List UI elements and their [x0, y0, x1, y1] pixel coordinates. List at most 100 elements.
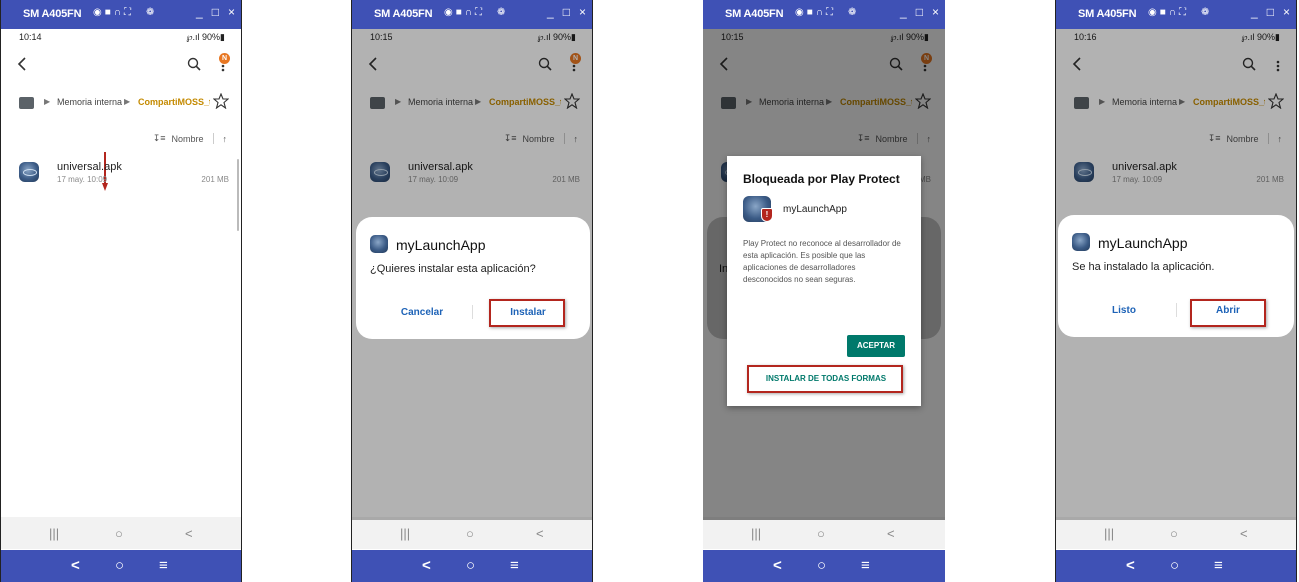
phone-panel-3: SM A405FN ◉ ■ ∩ ⛶ ❁ _ □ × 10:15 ℘.ıl 90%…: [703, 0, 945, 582]
emulator-home-button[interactable]: ○: [466, 557, 475, 574]
breadcrumb-current-folder[interactable]: CompartiMOSS_te: [138, 97, 210, 107]
dialog-app-name: myLaunchApp: [1098, 235, 1188, 251]
close-button[interactable]: ×: [1283, 5, 1290, 19]
video-icon[interactable]: ■: [456, 6, 462, 20]
headset-icon[interactable]: ∩: [816, 6, 823, 20]
highlight-box: [1190, 299, 1266, 327]
recent-apps-button[interactable]: |||: [49, 526, 59, 541]
play-protect-app-name: myLaunchApp: [783, 204, 847, 215]
signal-icon: ℘.ıl: [186, 32, 203, 42]
scrollbar[interactable]: [237, 159, 239, 231]
emulator-tools: ◉ ■ ∩ ⛶ ❁: [93, 6, 154, 20]
fullscreen-icon[interactable]: ⛶: [124, 6, 131, 20]
fullscreen-icon[interactable]: ⛶: [1179, 6, 1186, 20]
battery-level: ℘.ıl 90%▮: [186, 32, 225, 42]
emulator-menu-button[interactable]: ≡: [510, 557, 519, 574]
status-bar: 10:14 ℘.ıl 90%▮: [1, 29, 241, 45]
file-size: 201 MB: [201, 175, 229, 184]
back-button[interactable]: <: [185, 526, 193, 541]
emulator-titlebar: SM A405FN ◉ ■ ∩ ⛶ ❁ _ □ ×: [352, 0, 592, 29]
maximize-button[interactable]: □: [212, 5, 219, 19]
emulator-menu-button[interactable]: ≡: [861, 557, 870, 574]
recent-apps-button[interactable]: |||: [751, 526, 761, 541]
star-icon[interactable]: [213, 93, 229, 109]
headset-icon[interactable]: ∩: [465, 6, 472, 20]
recent-apps-button[interactable]: |||: [1104, 526, 1114, 541]
file-row[interactable]: universal.apk 17 may. 10:09 201 MB: [19, 159, 229, 189]
emulator-bottombar: < ○ ≡: [1056, 550, 1296, 582]
emulator-menu-button[interactable]: ≡: [1214, 557, 1223, 574]
video-icon[interactable]: ■: [807, 6, 813, 20]
search-icon[interactable]: [187, 57, 201, 71]
headset-icon[interactable]: ∩: [1169, 6, 1176, 20]
minimize-button[interactable]: _: [900, 5, 907, 19]
close-button[interactable]: ×: [579, 5, 586, 19]
home-button[interactable]: ○: [1170, 526, 1178, 541]
headset-icon[interactable]: ∩: [114, 6, 121, 20]
back-button[interactable]: <: [536, 526, 544, 541]
minimize-button[interactable]: _: [1251, 5, 1258, 19]
emulator-home-button[interactable]: ○: [1170, 557, 1179, 574]
accept-button[interactable]: ACEPTAR: [847, 335, 905, 357]
settings-icon[interactable]: ❁: [848, 6, 856, 20]
breadcrumb-internal-storage[interactable]: Memoria interna: [57, 97, 122, 107]
device-title: SM A405FN: [1078, 8, 1137, 20]
recent-apps-button[interactable]: |||: [400, 526, 410, 541]
camera-icon[interactable]: ◉: [444, 6, 453, 20]
emulator-back-button[interactable]: <: [773, 557, 782, 574]
window-controls: _ □ ×: [196, 5, 235, 19]
emulator-tools: ◉ ■ ∩ ⛶ ❁: [1148, 6, 1209, 20]
maximize-button[interactable]: □: [1267, 5, 1274, 19]
back-arrow-icon[interactable]: [15, 56, 29, 72]
emulator-back-button[interactable]: <: [71, 557, 80, 574]
home-folder-icon[interactable]: [19, 97, 34, 109]
back-button[interactable]: <: [1240, 526, 1248, 541]
emulator-bottombar: < ○ ≡: [1, 550, 241, 582]
home-button[interactable]: ○: [115, 526, 123, 541]
emulator-menu-button[interactable]: ≡: [159, 557, 168, 574]
play-protect-dialog: Bloqueada por Play Protect ! myLaunchApp…: [727, 156, 921, 406]
dialog-question: ¿Quieres instalar esta aplicación?: [370, 263, 536, 275]
emulator-titlebar: SM A405FN ◉ ■ ∩ ⛶ ❁ _ □ ×: [703, 0, 945, 29]
emulator-bottombar: < ○ ≡: [352, 550, 592, 582]
cancel-button[interactable]: Cancelar: [384, 307, 460, 318]
emulator-tools: ◉ ■ ∩ ⛶ ❁: [444, 6, 505, 20]
camera-icon[interactable]: ◉: [93, 6, 102, 20]
breadcrumb-separator-icon: ▶: [44, 97, 51, 106]
settings-icon[interactable]: ❁: [146, 6, 154, 20]
home-button[interactable]: ○: [817, 526, 825, 541]
home-button[interactable]: ○: [466, 526, 474, 541]
file-date: 17 may. 10:09: [57, 175, 108, 184]
android-navbar: ||| ○ <: [352, 517, 592, 549]
emulator-home-button[interactable]: ○: [817, 557, 826, 574]
phone-screen: 10:16 ℘.ıl 90%▮ ▶ Memoria interna ▶ Comp…: [1056, 29, 1296, 549]
phone-panel-2: SM A405FN ◉ ■ ∩ ⛶ ❁ _ □ × 10:15 ℘.ıl 90%…: [351, 0, 593, 582]
sort-control[interactable]: ↧≡ Nombre ↑: [153, 133, 227, 144]
notification-badge: N: [219, 53, 230, 64]
sort-direction-icon[interactable]: ↑: [223, 134, 228, 144]
video-icon[interactable]: ■: [105, 6, 111, 20]
emulator-back-button[interactable]: <: [1126, 557, 1135, 574]
install-dialog: myLaunchApp ¿Quieres instalar esta aplic…: [356, 217, 590, 339]
video-icon[interactable]: ■: [1160, 6, 1166, 20]
phone-panel-1: SM A405FN ◉ ■ ∩ ⛶ ❁ _ □ × 10:14 ℘.ıl 90%…: [0, 0, 242, 582]
minimize-button[interactable]: _: [196, 5, 203, 19]
camera-icon[interactable]: ◉: [1148, 6, 1157, 20]
settings-icon[interactable]: ❁: [1201, 6, 1209, 20]
apk-file-icon: [19, 162, 39, 182]
fullscreen-icon[interactable]: ⛶: [826, 6, 833, 20]
camera-icon[interactable]: ◉: [795, 6, 804, 20]
settings-icon[interactable]: ❁: [497, 6, 505, 20]
maximize-button[interactable]: □: [563, 5, 570, 19]
back-button[interactable]: <: [887, 526, 895, 541]
dialog-app-name: myLaunchApp: [396, 237, 486, 253]
fullscreen-icon[interactable]: ⛶: [475, 6, 482, 20]
done-button[interactable]: Listo: [1086, 305, 1162, 316]
close-button[interactable]: ×: [228, 5, 235, 19]
minimize-button[interactable]: _: [547, 5, 554, 19]
emulator-back-button[interactable]: <: [422, 557, 431, 574]
installed-dialog: myLaunchApp Se ha instalado la aplicació…: [1058, 215, 1294, 337]
close-button[interactable]: ×: [932, 5, 939, 19]
maximize-button[interactable]: □: [916, 5, 923, 19]
emulator-home-button[interactable]: ○: [115, 557, 124, 574]
